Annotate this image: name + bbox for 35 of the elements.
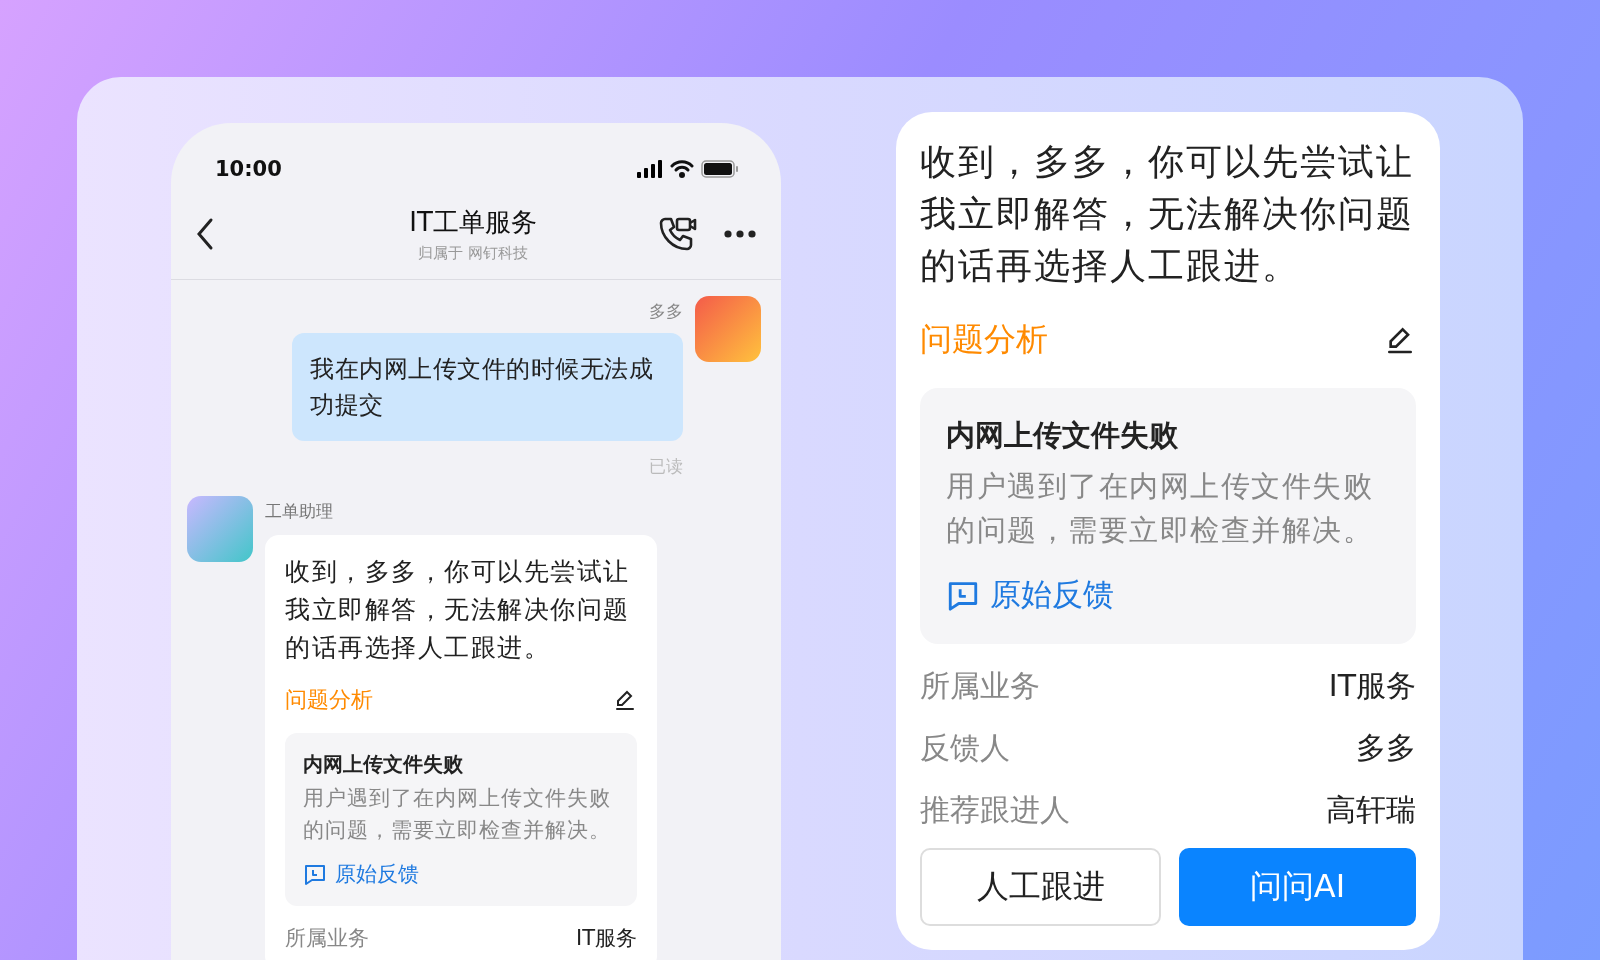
field-value: 高轩瑞 [1326,791,1416,829]
feedback-link[interactable]: 原始反馈 [990,574,1114,616]
chat-subtitle: 归属于 网钉科技 [418,244,528,263]
edit-icon[interactable] [613,688,637,712]
chat-title: IT工单服务 [409,206,537,239]
more-icon[interactable] [723,229,757,239]
read-receipt: 已读 [649,455,683,478]
issue-description: 用户遇到了在内网上传文件失败的问题，需要立即检查并解决。 [303,785,612,844]
field-label: 所属业务 [920,667,1040,705]
message-bubble: 我在内网上传文件的时候无法成功提交 [292,333,683,441]
field-value: 多多 [1356,729,1416,767]
section-title: 问题分析 [920,319,1048,360]
ask-ai-button[interactable]: 问问AI [1179,848,1416,926]
issue-title: 内网上传文件失败 [946,417,1179,454]
wifi-icon [670,160,694,178]
battery-icon [701,160,739,178]
message-text: 收到，多多，你可以先尝试让我立即解答，无法解决你问题的话再选择人工跟进。 [920,140,1415,288]
feedback-link[interactable]: 原始反馈 [335,860,419,888]
field-value: IT服务 [1328,667,1416,705]
sender-name: 多多 [649,300,683,323]
message-text: 收到，多多，你可以先尝试让我立即解答，无法解决你问题的话再选择人工跟进。 [285,556,631,664]
field-label: 推荐跟进人 [920,791,1070,829]
field-label: 所属业务 [285,925,369,952]
field-value: IT服务 [575,925,637,952]
section-title: 问题分析 [285,686,373,714]
status-time: 10:00 [215,157,282,181]
field-label: 反馈人 [920,729,1010,767]
issue-description: 用户遇到了在内网上传文件失败的问题，需要立即检查并解决。 [946,468,1374,549]
sender-name: 工单助理 [265,500,334,523]
signal-icon [637,160,663,178]
feedback-icon [303,862,327,886]
avatar-placeholder [695,296,761,362]
issue-title: 内网上传文件失败 [303,751,464,778]
avatar-placeholder [187,496,253,562]
manual-follow-up-button[interactable]: 人工跟进 [920,848,1161,926]
